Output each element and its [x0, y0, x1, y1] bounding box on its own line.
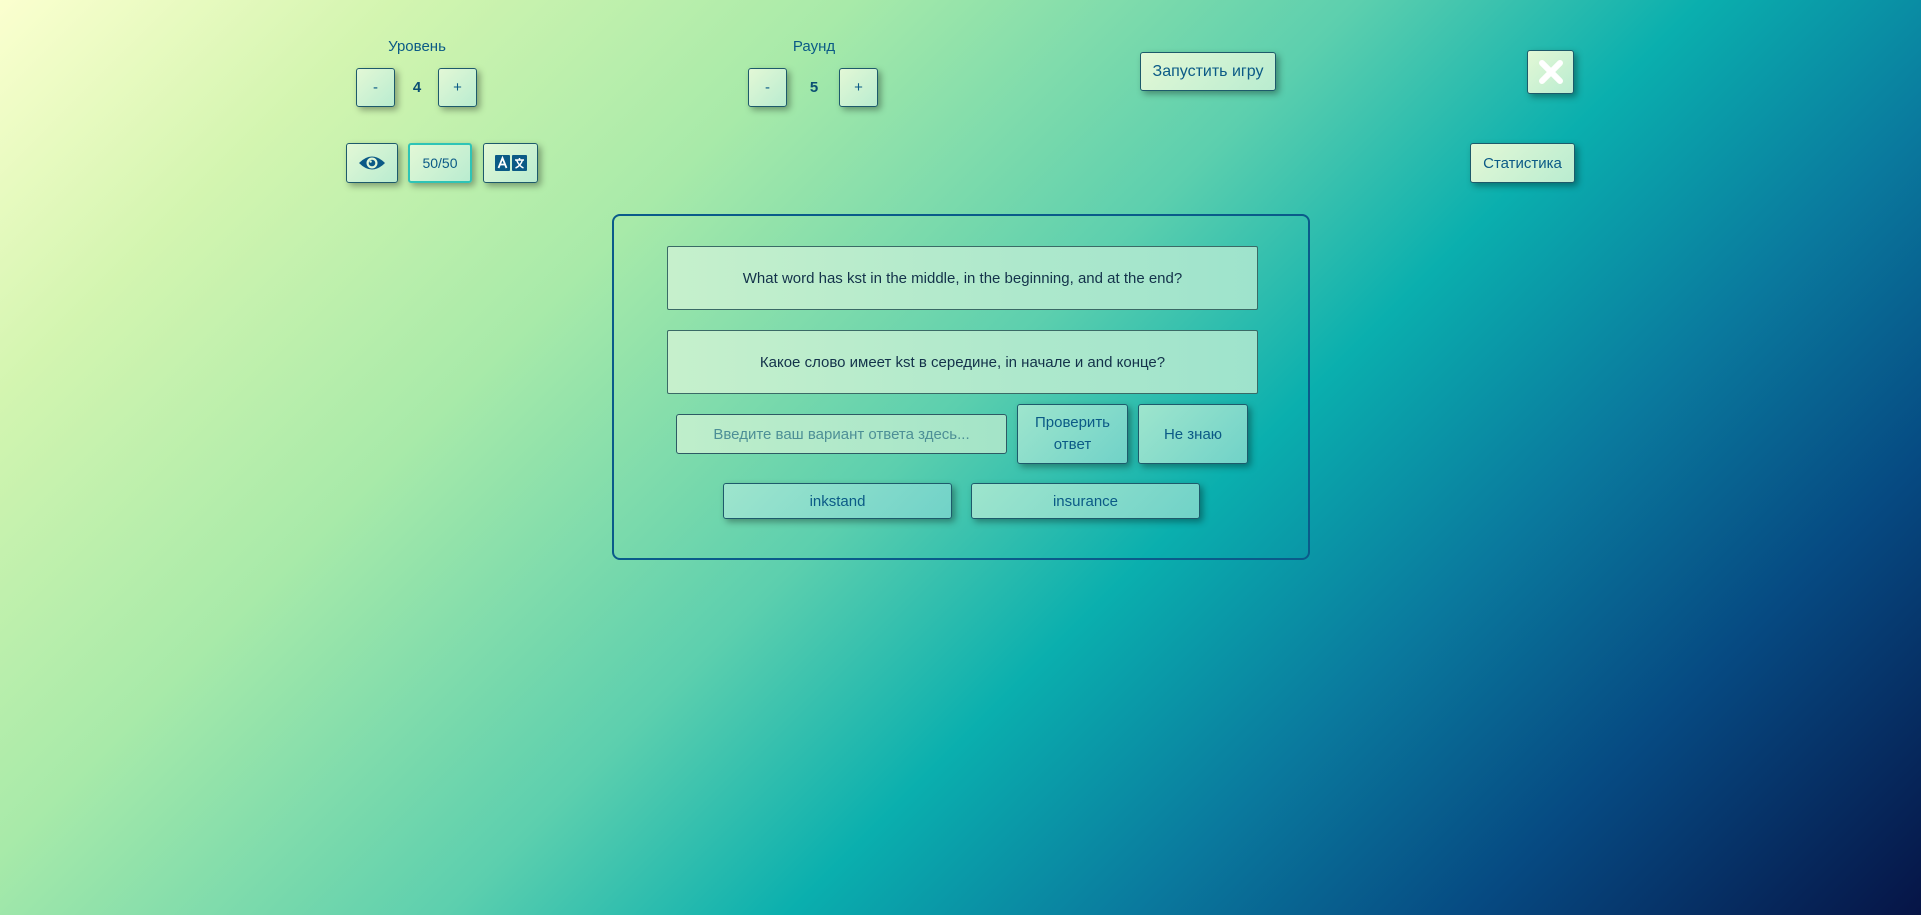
option-button-2[interactable]: insurance [971, 483, 1200, 519]
check-answer-button[interactable]: Проверить ответ [1017, 404, 1128, 464]
answer-input[interactable] [676, 414, 1007, 454]
level-label: Уровень [388, 38, 446, 55]
start-game-button[interactable]: Запустить игру [1140, 52, 1276, 91]
round-decrease-button[interactable]: - [748, 68, 787, 107]
close-icon [1538, 59, 1564, 85]
level-increase-button[interactable]: + [438, 68, 477, 107]
level-value: 4 [412, 79, 422, 96]
round-label: Раунд [792, 38, 836, 55]
eye-icon [358, 154, 386, 172]
round-increase-button[interactable]: + [839, 68, 878, 107]
close-button[interactable] [1527, 50, 1574, 94]
show-answer-button[interactable] [346, 143, 398, 183]
dont-know-button[interactable]: Не знаю [1138, 404, 1248, 464]
round-value: 5 [809, 79, 819, 96]
translate-icon [494, 155, 527, 171]
game-panel: What word has kst in the middle, in the … [612, 214, 1310, 560]
translate-button[interactable] [483, 143, 538, 183]
question-english: What word has kst in the middle, in the … [667, 246, 1258, 310]
statistics-button[interactable]: Статистика [1470, 143, 1575, 183]
fifty-fifty-button[interactable]: 50/50 [408, 143, 472, 183]
option-button-1[interactable]: inkstand [723, 483, 952, 519]
check-answer-label-line1: Проверить [1034, 414, 1110, 431]
check-answer-label-line2: ответ [1053, 436, 1092, 453]
level-decrease-button[interactable]: - [356, 68, 395, 107]
question-russian: Какое слово имеет kst в середине, in нач… [667, 330, 1258, 394]
